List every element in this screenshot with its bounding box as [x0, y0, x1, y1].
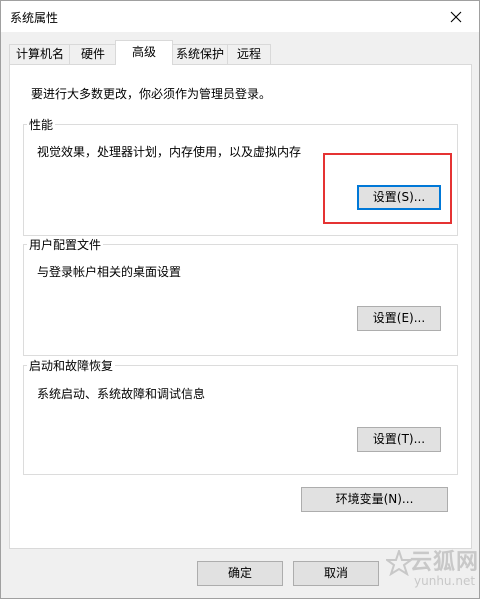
annotation-highlight-box: [323, 153, 452, 224]
watermark-url: yunhu.net: [414, 574, 476, 588]
tab-computer-name[interactable]: 计算机名: [9, 44, 71, 64]
close-button[interactable]: [433, 1, 479, 32]
tab-remote[interactable]: 远程: [227, 44, 271, 64]
cancel-button[interactable]: 取消: [293, 561, 379, 586]
startup-recovery-description: 系统启动、系统故障和调试信息: [37, 387, 206, 401]
advanced-tab-panel: 要进行大多数更改，你必须作为管理员登录。 性能 视觉效果，处理器计划，内存使用，…: [9, 64, 472, 549]
system-properties-dialog: 系统属性 计算机名 硬件 高级 系统保护 远程 要进行大多数更改，你必须作为管理…: [0, 0, 480, 599]
close-icon: [450, 11, 462, 22]
user-profiles-description: 与登录帐户相关的桌面设置: [37, 265, 182, 279]
user-profiles-group: 用户配置文件 与登录帐户相关的桌面设置 设置(E)...: [23, 236, 458, 356]
tab-system-protection[interactable]: 系统保护: [171, 44, 229, 64]
tab-advanced[interactable]: 高级: [115, 40, 173, 65]
ok-button[interactable]: 确定: [197, 561, 283, 586]
watermark-brand: 云狐网: [410, 550, 480, 575]
environment-variables-button[interactable]: 环境变量(N)...: [301, 487, 448, 512]
watermark: 云狐网 yunhu.net: [386, 542, 480, 599]
window-title: 系统属性: [10, 11, 59, 25]
admin-notice: 要进行大多数更改，你必须作为管理员登录。: [31, 87, 272, 101]
star-logo-icon: [386, 550, 412, 576]
performance-group-title: 性能: [27, 116, 56, 133]
startup-recovery-group: 启动和故障恢复 系统启动、系统故障和调试信息 设置(T)...: [23, 357, 458, 475]
performance-description: 视觉效果，处理器计划，内存使用，以及虚拟内存: [37, 145, 302, 159]
startup-recovery-group-title: 启动和故障恢复: [27, 357, 116, 374]
user-profiles-settings-button[interactable]: 设置(E)...: [357, 306, 441, 331]
tab-hardware[interactable]: 硬件: [69, 44, 117, 64]
user-profiles-group-title: 用户配置文件: [27, 236, 104, 253]
startup-recovery-settings-button[interactable]: 设置(T)...: [357, 427, 441, 452]
title-bar: 系统属性: [1, 1, 479, 32]
